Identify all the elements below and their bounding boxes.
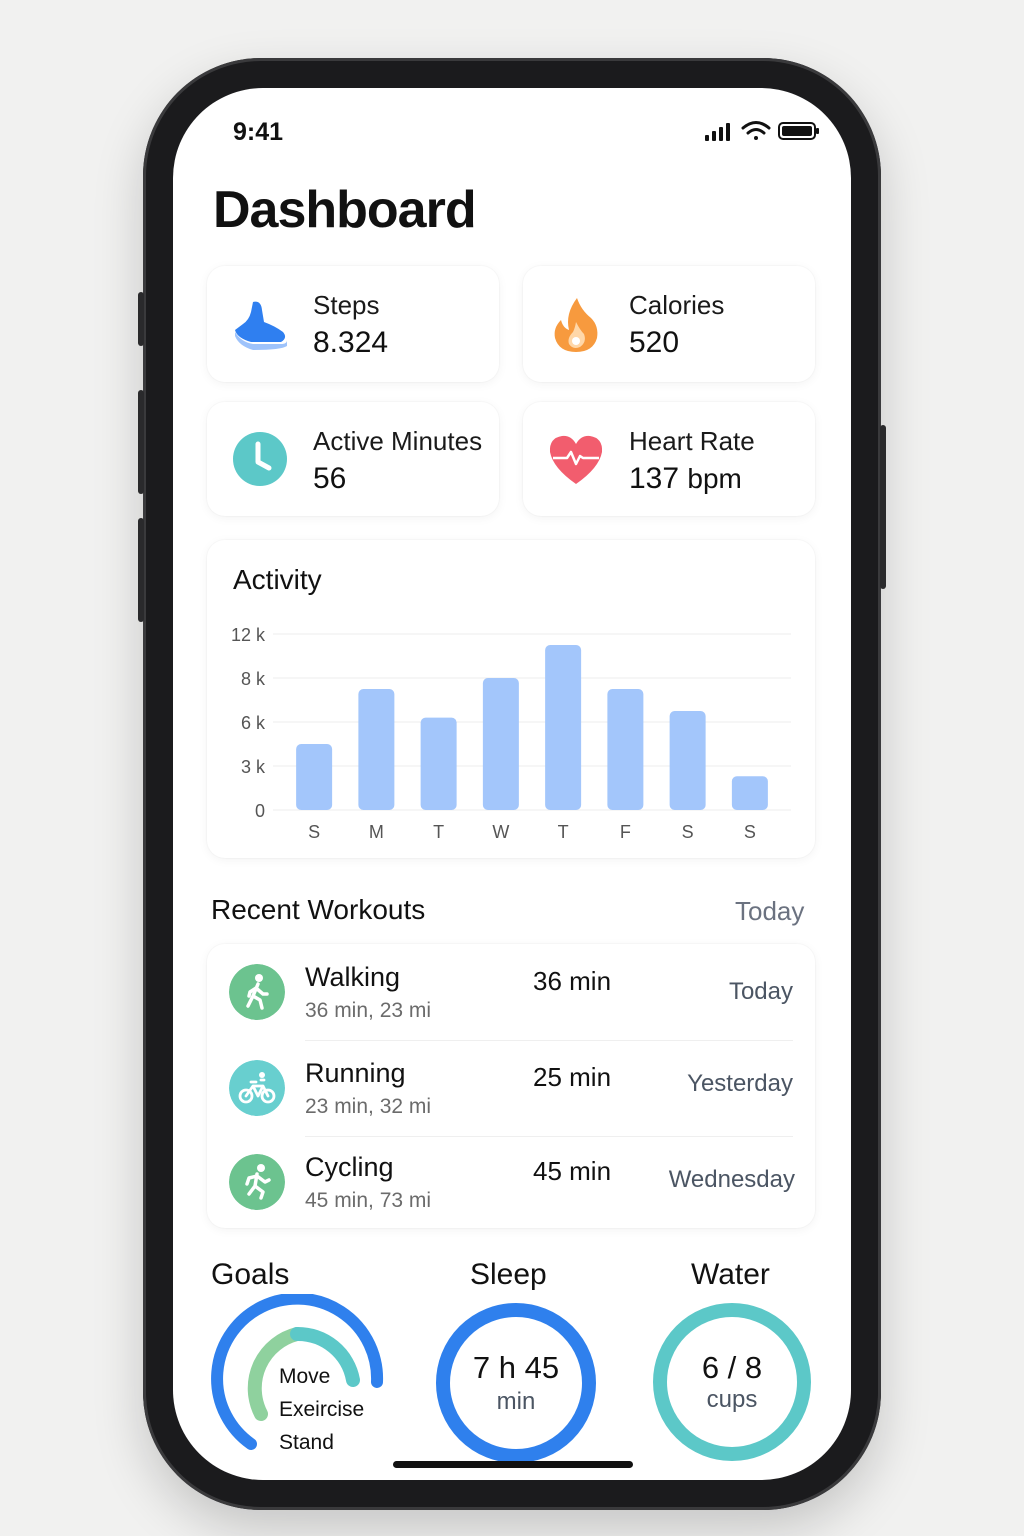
workout-row[interactable]: Cycling 45 min, 73 mi 45 min Wednesday xyxy=(207,1136,815,1228)
heart-pulse-icon xyxy=(549,435,603,484)
status-time: 9:41 xyxy=(233,118,284,146)
sleep-value: 7 h 45 xyxy=(472,1350,560,1385)
workout-name: Running xyxy=(305,1058,406,1088)
sleep-unit: min xyxy=(496,1388,536,1415)
goal-stand: Stand xyxy=(279,1431,334,1454)
goal-exercise: Exeircise xyxy=(279,1398,365,1421)
y-tick-label: 3 k xyxy=(241,757,266,777)
active-minutes-value: 56 xyxy=(313,462,347,495)
bar[interactable] xyxy=(482,678,519,810)
status-icons xyxy=(705,121,819,141)
workout-duration: 45 min xyxy=(533,1156,612,1186)
goals-legend: Move Exeircise Stand xyxy=(279,1360,364,1459)
x-tick-label: M xyxy=(369,822,384,842)
y-tick-label: 8 k xyxy=(241,669,266,689)
y-tick-label: 6 k xyxy=(241,713,266,733)
shoe-icon xyxy=(235,301,287,350)
page-title: Dashboard xyxy=(213,181,477,239)
water-unit: cups xyxy=(706,1386,758,1413)
bar[interactable] xyxy=(358,689,395,810)
bar[interactable] xyxy=(607,689,644,810)
workouts-list: Walking 36 min, 23 mi 36 min Today Runni… xyxy=(207,944,815,1228)
x-tick-label: W xyxy=(492,822,509,842)
workout-name: Cycling xyxy=(305,1152,394,1182)
calories-card[interactable]: Calories 520 xyxy=(523,266,815,382)
workout-detail: 23 min, 32 mi xyxy=(305,1095,432,1118)
workout-row[interactable]: Running 23 min, 32 mi 25 min Yesterday xyxy=(207,1040,815,1136)
y-tick-label: 12 k xyxy=(231,625,266,645)
bar[interactable] xyxy=(296,744,333,810)
water-title: Water xyxy=(691,1258,770,1291)
workout-duration: 25 min xyxy=(533,1062,612,1092)
bar[interactable] xyxy=(669,711,706,810)
bar[interactable] xyxy=(545,645,582,810)
workout-detail: 45 min, 73 mi xyxy=(305,1189,432,1212)
workouts-today-link[interactable]: Today xyxy=(735,896,804,927)
steps-card[interactable]: Steps 8.324 xyxy=(207,266,499,382)
heart-rate-card[interactable]: Heart Rate 137 bpm xyxy=(523,402,815,516)
volume-up-button xyxy=(138,390,144,494)
activity-chart: 12 k 8 k 6 k 3 k 0 S M T W T F S S xyxy=(231,625,791,842)
workout-detail: 36 min, 23 mi xyxy=(305,999,432,1022)
x-tick-label: T xyxy=(433,822,444,842)
bicycle-icon xyxy=(229,1060,285,1116)
goal-move: Move xyxy=(279,1365,331,1388)
workouts-title: Recent Workouts xyxy=(211,894,426,925)
x-tick-label: S xyxy=(308,822,320,842)
clock-icon xyxy=(233,432,287,486)
heart-rate-label: Heart Rate xyxy=(629,426,755,456)
heart-rate-number: 137 xyxy=(629,462,680,495)
bar[interactable] xyxy=(731,776,768,810)
workout-name: Walking xyxy=(305,962,401,992)
x-tick-label: T xyxy=(558,822,569,842)
x-tick-label: S xyxy=(744,822,756,842)
volume-down-button xyxy=(138,518,144,622)
workout-day: Yesterday xyxy=(687,1070,793,1097)
mute-switch xyxy=(138,292,144,346)
walking-icon xyxy=(229,964,285,1020)
heart-rate-value: 137 bpm xyxy=(629,462,742,496)
active-minutes-card[interactable]: Active Minutes 56 xyxy=(207,402,499,516)
calories-value: 520 xyxy=(629,326,680,359)
sleep-title: Sleep xyxy=(470,1258,547,1291)
calories-label: Calories xyxy=(629,290,725,320)
bar[interactable] xyxy=(420,717,457,810)
workout-day: Today xyxy=(728,978,793,1005)
workout-row[interactable]: Walking 36 min, 23 mi 36 min Today xyxy=(207,944,815,1040)
x-tick-label: F xyxy=(620,822,631,842)
activity-chart-card: Activity 12 k8 k6 k3 k0SMTWTFSS xyxy=(207,540,815,858)
goals-title: Goals xyxy=(211,1258,290,1291)
active-minutes-label: Active Minutes xyxy=(313,426,483,456)
screen: 9:41 Dashboard Steps 8.324 Calories 520 … xyxy=(173,88,851,1480)
flame-icon xyxy=(554,298,598,352)
workout-duration: 36 min xyxy=(533,966,612,996)
power-button xyxy=(880,425,886,589)
home-indicator[interactable] xyxy=(393,1461,633,1468)
wifi-icon xyxy=(741,121,771,140)
heart-rate-unit: bpm xyxy=(687,463,742,494)
water-value: 6 / 8 xyxy=(701,1350,763,1385)
workout-day: Wednesday xyxy=(668,1166,795,1193)
steps-value: 8.324 xyxy=(313,326,389,359)
y-tick-label: 0 xyxy=(255,801,265,821)
running-icon xyxy=(229,1154,285,1210)
battery-icon xyxy=(778,122,819,140)
signal-icon xyxy=(705,123,730,141)
steps-label: Steps xyxy=(313,290,380,320)
x-tick-label: S xyxy=(682,822,694,842)
